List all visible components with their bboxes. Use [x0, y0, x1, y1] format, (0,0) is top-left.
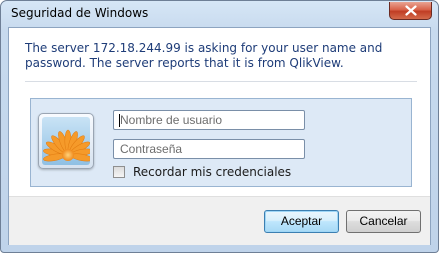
username-field[interactable]: [113, 110, 305, 130]
remember-credentials-checkbox[interactable]: [113, 166, 125, 178]
cancel-button[interactable]: Cancelar: [346, 210, 421, 233]
close-button[interactable]: [389, 2, 432, 20]
user-avatar: [38, 113, 94, 169]
dialog-client-area: The server 172.18.244.99 is asking for y…: [8, 27, 431, 245]
password-field[interactable]: [113, 139, 305, 159]
flower-user-tile-icon: [42, 117, 90, 165]
button-bar: Aceptar Cancelar: [9, 196, 430, 245]
credential-tile: Recordar mis credenciales: [30, 98, 412, 187]
server-message: The server 172.18.244.99 is asking for y…: [25, 41, 383, 70]
close-icon: [405, 5, 417, 16]
ok-button[interactable]: Aceptar: [264, 210, 339, 233]
window-title: Seguridad de Windows: [11, 6, 149, 20]
security-dialog: Seguridad de Windows The server 172.18.2…: [0, 0, 439, 253]
separator-line: [25, 81, 417, 82]
title-bar[interactable]: Seguridad de Windows: [1, 1, 438, 27]
remember-credentials-label[interactable]: Recordar mis credenciales: [133, 165, 291, 179]
text-caret: [119, 114, 120, 127]
